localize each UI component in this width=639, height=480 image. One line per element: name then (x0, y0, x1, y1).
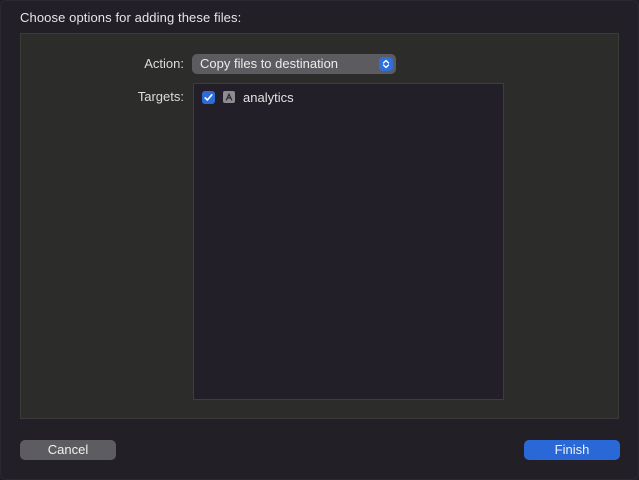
target-name: analytics (243, 89, 294, 105)
target-item-analytics[interactable]: analytics (202, 89, 294, 105)
cancel-button[interactable]: Cancel (20, 440, 116, 460)
targets-list[interactable]: analytics (193, 83, 504, 400)
action-label: Action: (144, 56, 184, 71)
dialog-heading: Choose options for adding these files: (20, 10, 242, 25)
app-target-icon (223, 91, 235, 103)
target-checkbox[interactable] (202, 90, 215, 104)
action-popup-value: Copy files to destination (200, 56, 339, 71)
targets-label: Targets: (137, 89, 184, 104)
up-down-chevron-icon (379, 57, 393, 71)
finish-button[interactable]: Finish (524, 440, 620, 460)
checkmark-icon (204, 93, 213, 101)
options-panel: Action: Copy files to destination Target… (20, 33, 619, 419)
action-popup-button[interactable]: Copy files to destination (192, 54, 396, 74)
add-files-sheet: Choose options for adding these files: A… (0, 0, 639, 480)
